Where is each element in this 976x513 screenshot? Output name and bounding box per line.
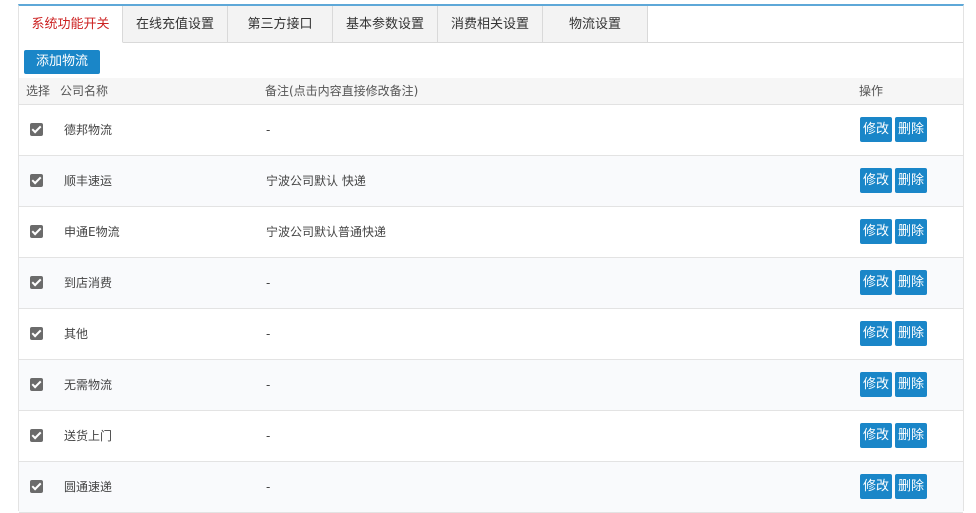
- checkbox-checked-icon[interactable]: [30, 378, 43, 391]
- checkbox-checked-icon[interactable]: [30, 480, 43, 493]
- delete-button[interactable]: 删除: [895, 321, 927, 346]
- header-select: 选择: [26, 84, 51, 98]
- tab-system-switch[interactable]: 系统功能开关: [19, 6, 123, 43]
- edit-button[interactable]: 修改: [860, 270, 892, 295]
- checkbox-checked-icon[interactable]: [30, 429, 43, 442]
- delete-button[interactable]: 删除: [895, 270, 927, 295]
- company-name: 送货上门: [64, 429, 113, 443]
- add-logistics-button[interactable]: 添加物流: [24, 50, 100, 74]
- delete-button[interactable]: 删除: [895, 219, 927, 244]
- settings-panel: 系统功能开关 在线充值设置 第三方接口 基本参数设置 消费相关设置 物流设置 添…: [18, 4, 964, 513]
- checkbox-checked-icon[interactable]: [30, 123, 43, 136]
- tab-online-recharge[interactable]: 在线充值设置: [123, 6, 228, 43]
- table-row: 圆通速递 - 修改 删除: [19, 462, 963, 513]
- table-header: 选择 公司名称 备注(点击内容直接修改备注) 操作: [19, 78, 963, 105]
- note-cell[interactable]: -: [266, 411, 270, 462]
- tab-consumption[interactable]: 消费相关设置: [438, 6, 543, 43]
- table-row: 顺丰速运 宁波公司默认 快递 修改 删除: [19, 156, 963, 207]
- company-name: 圆通速递: [64, 480, 113, 494]
- company-name: 无需物流: [64, 378, 113, 392]
- tab-logistics[interactable]: 物流设置: [543, 6, 648, 43]
- header-company: 公司名称: [60, 84, 109, 98]
- note-cell[interactable]: -: [266, 105, 270, 156]
- edit-button[interactable]: 修改: [860, 168, 892, 193]
- table-row: 申通E物流 宁波公司默认普通快递 修改 删除: [19, 207, 963, 258]
- edit-button[interactable]: 修改: [860, 219, 892, 244]
- note-cell[interactable]: -: [266, 309, 270, 360]
- table-row: 其他 - 修改 删除: [19, 309, 963, 360]
- header-note: 备注(点击内容直接修改备注): [265, 84, 419, 98]
- table-row: 到店消费 - 修改 删除: [19, 258, 963, 309]
- note-cell[interactable]: -: [266, 360, 270, 411]
- logistics-table-body: 德邦物流 - 修改 删除 顺丰速运 宁波公司默认 快递 修改 删除 申通E物流 …: [19, 105, 963, 513]
- delete-button[interactable]: 删除: [895, 117, 927, 142]
- checkbox-checked-icon[interactable]: [30, 225, 43, 238]
- tab-basic-params[interactable]: 基本参数设置: [333, 6, 438, 43]
- edit-button[interactable]: 修改: [860, 423, 892, 448]
- header-action: 操作: [859, 84, 884, 98]
- table-row: 无需物流 - 修改 删除: [19, 360, 963, 411]
- edit-button[interactable]: 修改: [860, 372, 892, 397]
- delete-button[interactable]: 删除: [895, 474, 927, 499]
- edit-button[interactable]: 修改: [860, 321, 892, 346]
- edit-button[interactable]: 修改: [860, 474, 892, 499]
- delete-button[interactable]: 删除: [895, 423, 927, 448]
- company-name: 其他: [64, 327, 89, 341]
- note-cell[interactable]: 宁波公司默认普通快递: [266, 207, 386, 258]
- delete-button[interactable]: 删除: [895, 372, 927, 397]
- tab-third-party-api[interactable]: 第三方接口: [228, 6, 333, 43]
- table-row: 德邦物流 - 修改 删除: [19, 105, 963, 156]
- checkbox-checked-icon[interactable]: [30, 276, 43, 289]
- tab-bar: 系统功能开关 在线充值设置 第三方接口 基本参数设置 消费相关设置 物流设置: [19, 6, 963, 43]
- company-name: 申通E物流: [64, 225, 120, 239]
- table-row: 送货上门 - 修改 删除: [19, 411, 963, 462]
- company-name: 德邦物流: [64, 123, 113, 137]
- checkbox-checked-icon[interactable]: [30, 327, 43, 340]
- delete-button[interactable]: 删除: [895, 168, 927, 193]
- note-cell[interactable]: -: [266, 462, 270, 513]
- tab-bar-filler: [648, 6, 963, 43]
- note-cell[interactable]: 宁波公司默认 快递: [266, 156, 366, 207]
- edit-button[interactable]: 修改: [860, 117, 892, 142]
- company-name: 到店消费: [64, 276, 113, 290]
- company-name: 顺丰速运: [64, 174, 113, 188]
- checkbox-checked-icon[interactable]: [30, 174, 43, 187]
- note-cell[interactable]: -: [266, 258, 270, 309]
